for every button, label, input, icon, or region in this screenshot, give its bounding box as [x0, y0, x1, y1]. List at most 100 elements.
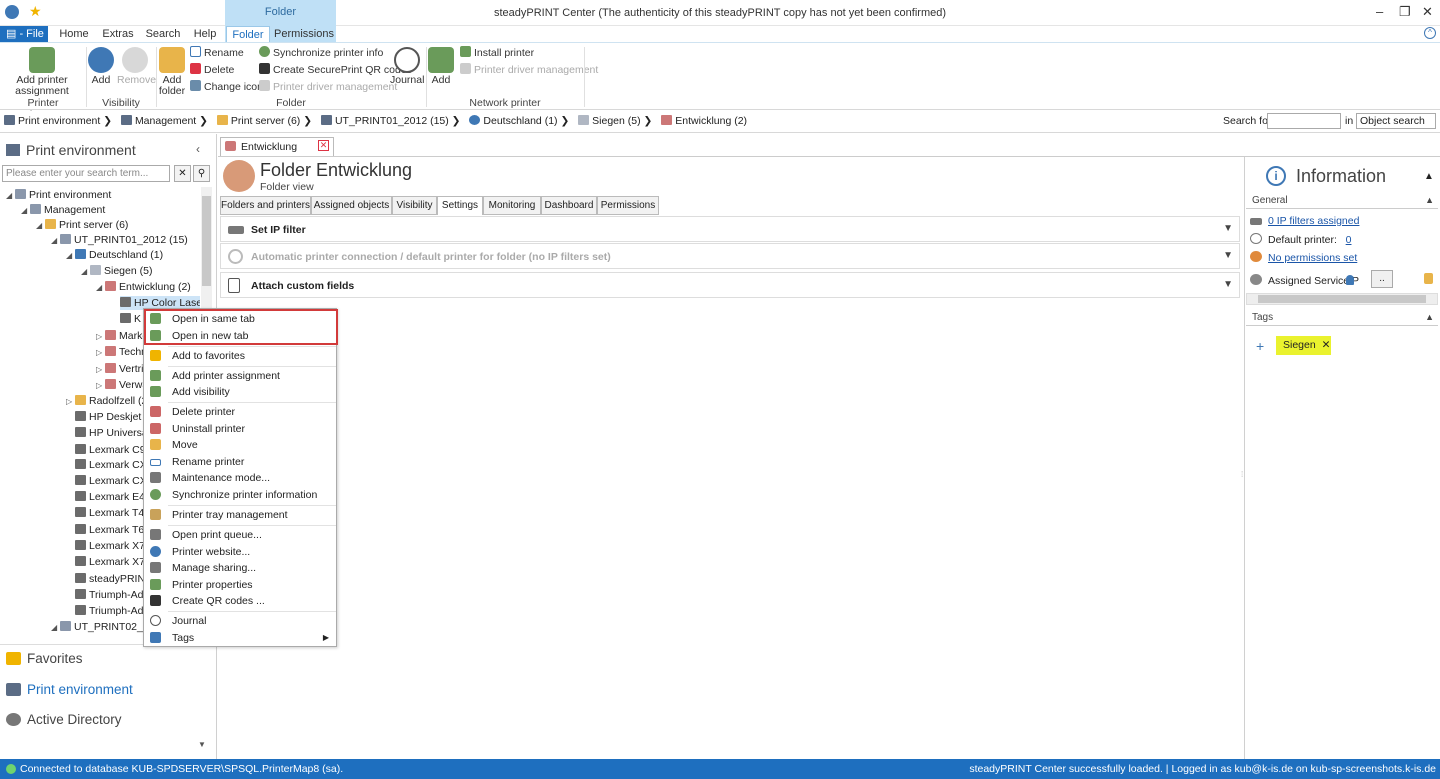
menu-item-printer-tray-management[interactable]: Printer tray management [145, 507, 335, 523]
restore-button[interactable]: ❐ [1399, 4, 1411, 20]
tree-scrollbar-thumb[interactable] [202, 196, 211, 286]
scrollbar-thumb[interactable] [1258, 295, 1426, 303]
tree-node[interactable]: ▷ Marke [96, 329, 148, 343]
tree-node[interactable]: ▷ Verwa [96, 378, 148, 392]
menu-item-rename-printer[interactable]: Rename printer [145, 454, 335, 470]
menu-item-journal[interactable]: Journal [145, 613, 335, 629]
delete-button[interactable]: Delete [190, 63, 234, 78]
tree-node[interactable]: Triumph-Adle [75, 588, 152, 602]
tree-node[interactable]: Lexmark CX4 [75, 474, 153, 488]
menu-item-printer-website[interactable]: Printer website... [145, 544, 335, 560]
menu-item-open-print-queue[interactable]: Open print queue... [145, 527, 335, 543]
tree-node[interactable]: Lexmark T64 [75, 523, 150, 537]
nav-active-directory[interactable]: Active Directory [6, 712, 122, 727]
tree-node[interactable]: K [120, 312, 141, 326]
add-printer-assignment-button[interactable]: Add printer assignment [6, 47, 78, 97]
menu-item-tags[interactable]: Tags ▶ [145, 630, 335, 646]
tree-node[interactable]: HP Universal [75, 426, 150, 440]
clear-search-button[interactable]: ✕ [174, 165, 191, 182]
global-search-input[interactable] [1267, 113, 1341, 129]
remove-tag-icon[interactable]: ✕ [1322, 339, 1331, 351]
breadcrumb-item[interactable]: Management ❯ [120, 115, 208, 127]
tree-node[interactable]: Lexmark CX3 [75, 458, 153, 472]
sync-printer-info-button[interactable]: Synchronize printer info [259, 46, 383, 61]
search-button[interactable]: ⚲ [193, 165, 210, 182]
menu-item-delete-printer[interactable]: Delete printer [145, 404, 335, 420]
section-attach-custom-fields[interactable]: Attach custom fields ▼ [220, 272, 1240, 298]
tree-node[interactable]: steadyPRINT [75, 572, 151, 586]
tag-siegen[interactable]: Siegen ✕ [1276, 336, 1331, 355]
rename-button[interactable]: Rename [190, 46, 244, 61]
close-tab-icon[interactable]: ✕ [318, 140, 329, 151]
tree-node[interactable]: ▷ Techn [96, 345, 147, 359]
breadcrumb-item[interactable]: Print environment ❯ [4, 115, 112, 127]
menu-item-add-to-favorites[interactable]: Add to favorites [145, 348, 335, 364]
minimize-button[interactable]: – [1376, 4, 1383, 19]
default-printer-link[interactable]: 0 [1346, 234, 1352, 246]
breadcrumb-item[interactable]: Deutschland (1) ❯ [469, 115, 569, 127]
create-qr-codes-button[interactable]: Create SecurePrint QR codes [259, 63, 412, 78]
search-scope-select[interactable]: Object search [1356, 113, 1436, 129]
tab-visibility[interactable]: Visibility [392, 196, 437, 215]
menu-item-manage-sharing[interactable]: Manage sharing... [145, 560, 335, 576]
section-automatic-printer-connection[interactable]: Automatic printer connection / default p… [220, 243, 1240, 269]
tab-settings[interactable]: Settings [437, 196, 483, 215]
change-icon-button[interactable]: Change icon [190, 80, 263, 95]
breadcrumb-item[interactable]: UT_PRINT01_2012 (15) ❯ [320, 115, 460, 127]
tab-permissions[interactable]: Permissions [273, 26, 335, 42]
collapse-ribbon-icon[interactable]: ^ [1424, 27, 1436, 39]
tree-node[interactable]: ▷ Radolfzell (2) [66, 394, 151, 408]
breadcrumb-item[interactable]: Print server (6) ❯ [216, 115, 312, 127]
tab-extras[interactable]: Extras [98, 26, 138, 42]
menu-item-move[interactable]: Move [145, 437, 335, 453]
tree-node[interactable]: Triumph-Adle [75, 604, 152, 618]
tree-node[interactable]: ▷ Vertri [96, 362, 144, 376]
tree-node[interactable]: Lexmark E46 [75, 490, 151, 504]
file-menu-button[interactable]: ▤ - File [0, 26, 48, 42]
section-tags[interactable]: Tags ▲ [1246, 312, 1438, 326]
collapse-info-button[interactable]: ▲ [1424, 171, 1434, 182]
close-button[interactable]: ✕ [1422, 4, 1433, 20]
menu-item-add-visibility[interactable]: Add visibility [145, 384, 335, 400]
permissions-link[interactable]: No permissions set [1268, 252, 1357, 264]
tree-node[interactable]: ◢ Siegen (5) [81, 264, 152, 278]
add-tag-icon[interactable]: + [1256, 338, 1264, 354]
ip-filters-link[interactable]: 0 IP filters assigned [1268, 215, 1359, 227]
section-set-ip-filter[interactable]: Set IP filter ▼ [220, 216, 1240, 242]
section-general[interactable]: General ▲ [1246, 195, 1438, 209]
menu-item-maintenance-mode[interactable]: Maintenance mode... [145, 470, 335, 486]
tab-dashboard[interactable]: Dashboard [541, 196, 597, 215]
tree-node[interactable]: ◢ Entwicklung (2) [96, 280, 191, 294]
tab-help[interactable]: Help [188, 26, 222, 42]
network-driver-management-button[interactable]: Printer driver management [460, 63, 598, 78]
tab-monitoring[interactable]: Monitoring [483, 196, 541, 215]
driver-management-button[interactable]: Printer driver management [259, 80, 397, 95]
menu-item-create-qr-codes[interactable]: Create QR codes ... [145, 593, 335, 609]
network-printer-add-button[interactable]: Add [428, 47, 454, 86]
menu-item-add-printer-assignment[interactable]: Add printer assignment [145, 368, 335, 384]
tree-node[interactable]: ◢ Management [21, 203, 105, 217]
visibility-remove-button[interactable]: Remove [117, 47, 156, 86]
tree-node[interactable]: HP Deskjet 9 [75, 410, 150, 424]
tree-node[interactable]: ◢ Print environment [6, 188, 111, 202]
visibility-add-button[interactable]: Add [88, 47, 114, 86]
assign-service-button[interactable]: .. [1371, 270, 1393, 288]
tree-node[interactable]: ◢ UT_PRINT01_2012 (15) [51, 233, 188, 247]
tree-node[interactable]: Lexmark T43 [75, 506, 150, 520]
tab-home[interactable]: Home [55, 26, 93, 42]
tree-node[interactable]: ◢ Deutschland (1) [66, 248, 163, 262]
tab-folders-and-printers[interactable]: Folders and printers [220, 196, 311, 215]
collapse-panel-button[interactable]: ‹ [196, 142, 200, 156]
install-printer-button[interactable]: Install printer [460, 46, 534, 61]
tree-node[interactable]: ◢ Print server (6) [36, 218, 128, 232]
nav-print-environment[interactable]: Print environment [6, 682, 133, 697]
journal-button[interactable]: Journal [390, 47, 424, 86]
tab-entwicklung[interactable]: Entwicklung [220, 137, 334, 156]
panel-splitter[interactable]: ⁞ [1241, 470, 1243, 479]
tree-search-input[interactable]: Please enter your search term... [2, 165, 170, 182]
tab-search[interactable]: Search [142, 26, 184, 42]
tree-node[interactable]: Lexmark X74 [75, 539, 151, 553]
breadcrumb-item[interactable]: Siegen (5) ❯ [578, 115, 652, 127]
tab-permissions-view[interactable]: Permissions [597, 196, 659, 215]
tab-assigned-objects[interactable]: Assigned objects [311, 196, 392, 215]
